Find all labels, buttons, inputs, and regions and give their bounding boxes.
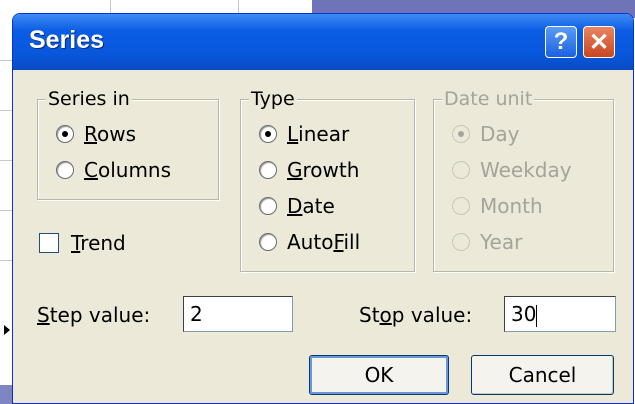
step-value-input[interactable]: 2 (183, 296, 293, 332)
date-unit-month-option: Month (452, 194, 543, 218)
ok-button[interactable]: OK (309, 355, 449, 395)
growth-label: Growth (287, 158, 360, 182)
weekday-radio (452, 161, 470, 179)
trend-label: Trend (71, 231, 126, 255)
stop-value-text: 30 (511, 302, 537, 326)
stop-value-label: Stop value: (359, 303, 473, 327)
type-legend: Type (249, 87, 297, 111)
date-unit-group: Date unit Day Weekday Month Year (433, 87, 614, 272)
trend-option[interactable]: Trend (39, 231, 126, 255)
day-label: Day (480, 122, 520, 146)
cancel-button[interactable]: Cancel (471, 355, 614, 395)
columns-radio[interactable] (56, 161, 74, 179)
close-icon: ✕ (588, 28, 610, 56)
type-growth-option[interactable]: Growth (259, 158, 359, 182)
growth-radio[interactable] (259, 161, 277, 179)
year-label: Year (480, 230, 523, 254)
date-radio[interactable] (259, 197, 277, 215)
close-button[interactable]: ✕ (583, 26, 615, 58)
rows-label: Rows (84, 122, 137, 146)
type-autofill-option[interactable]: AutoFill (259, 230, 360, 254)
month-label: Month (480, 194, 543, 218)
date-unit-day-option: Day (452, 122, 520, 146)
type-date-option[interactable]: Date (259, 194, 335, 218)
autofill-label: AutoFill (287, 230, 361, 254)
type-linear-option[interactable]: Linear (259, 122, 349, 146)
date-unit-weekday-option: Weekday (452, 158, 572, 182)
columns-label: Columns (84, 158, 172, 182)
series-in-rows-option[interactable]: Rows (56, 122, 136, 146)
weekday-label: Weekday (480, 158, 572, 182)
text-caret (536, 304, 538, 327)
stop-value-input[interactable]: 30 (504, 296, 616, 332)
year-radio (452, 233, 470, 251)
trend-checkbox[interactable] (39, 233, 59, 253)
day-radio (452, 125, 470, 143)
series-in-columns-option[interactable]: Columns (56, 158, 171, 182)
rows-radio[interactable] (56, 125, 74, 143)
type-group: Type Linear Growth Date AutoFill (240, 87, 415, 272)
date-label: Date (287, 194, 335, 218)
dialog-titlebar: Series ? ✕ (13, 14, 633, 70)
step-value-label: Step value: (37, 303, 151, 327)
linear-radio[interactable] (259, 125, 277, 143)
dialog-title: Series (29, 26, 105, 54)
date-unit-year-option: Year (452, 230, 522, 254)
series-in-group: Series in Rows Columns (37, 87, 219, 200)
dialog-body: Series in Rows Columns Type Linear Growt… (13, 70, 633, 403)
date-unit-legend: Date unit (442, 87, 535, 111)
linear-label: Linear (287, 122, 350, 146)
help-icon: ? (553, 28, 569, 55)
row-pointer-icon (4, 325, 10, 335)
month-radio (452, 197, 470, 215)
series-in-legend: Series in (46, 87, 132, 111)
help-button[interactable]: ? (545, 26, 577, 58)
series-dialog: Series ? ✕ Series in Rows Columns Type L… (12, 13, 634, 404)
autofill-radio[interactable] (259, 233, 277, 251)
